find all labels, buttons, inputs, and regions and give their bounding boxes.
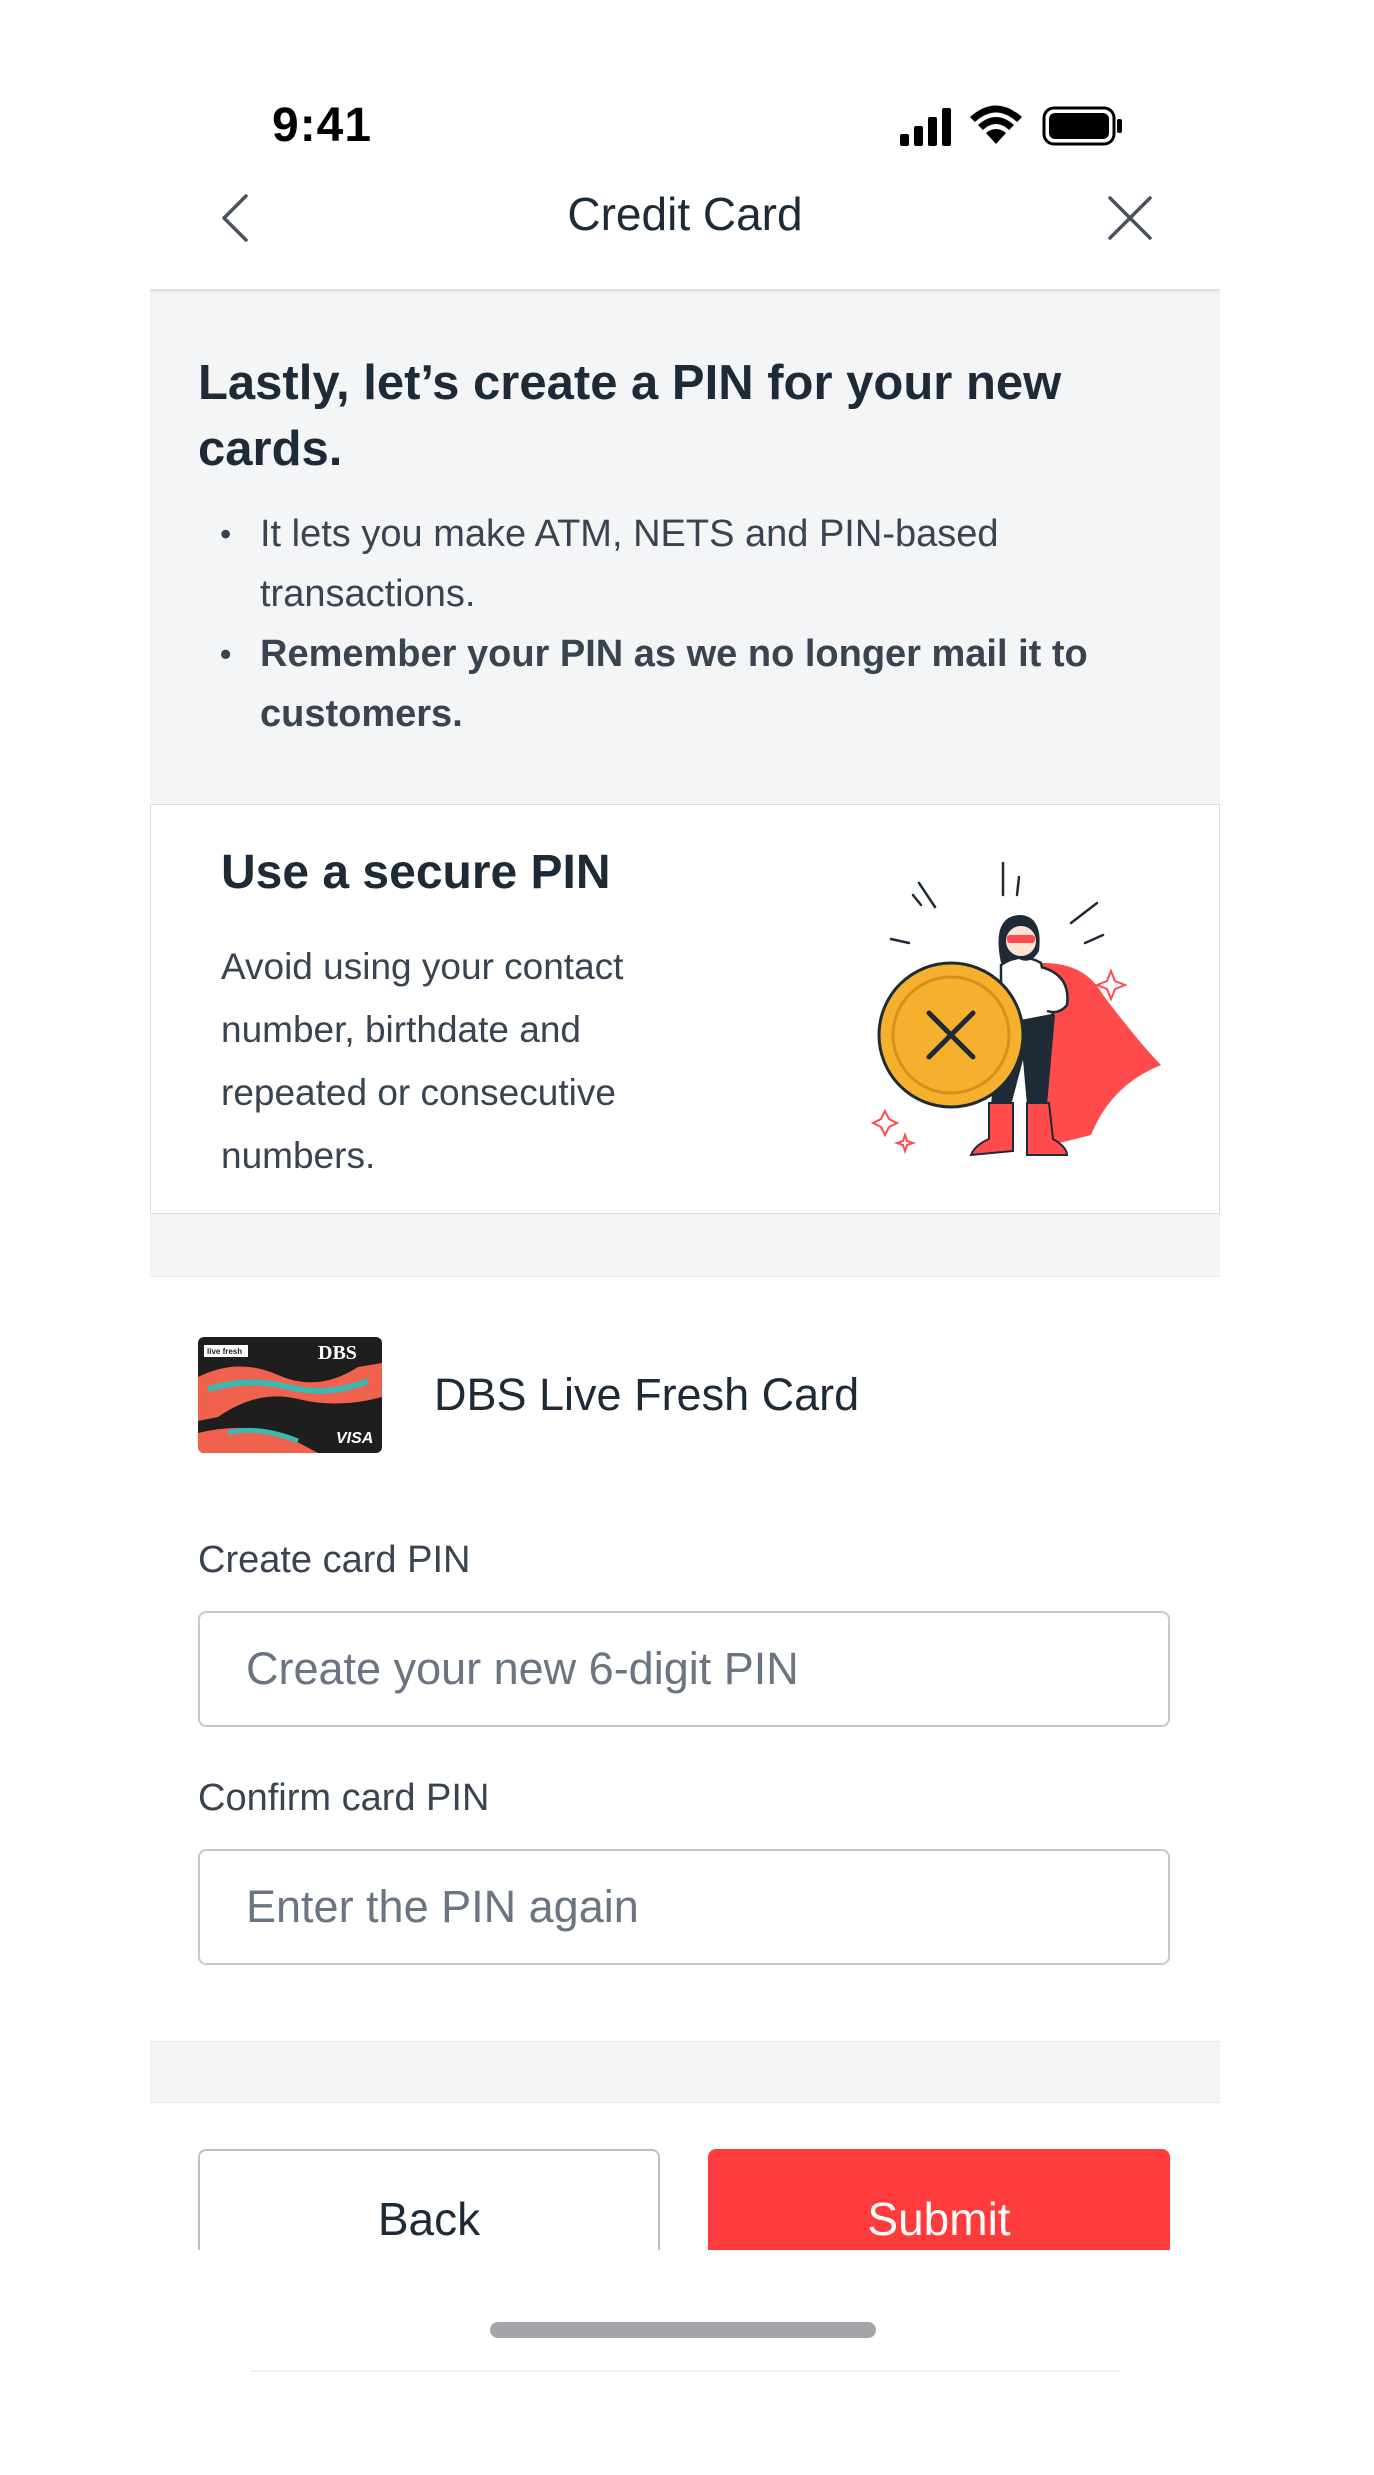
card-thumbnail: live fresh DBS VISA	[198, 1337, 382, 1453]
card-product-text: live fresh	[207, 1347, 242, 1356]
intro-bullets: It lets you make ATM, NETS and PIN-based…	[198, 504, 1178, 744]
status-icons	[900, 104, 1130, 148]
confirm-pin-label: Confirm card PIN	[198, 1777, 490, 1819]
pin-form-section: live fresh DBS VISA DBS Live Fresh Card …	[150, 1276, 1220, 2042]
footer-actions: Back Submit	[150, 2102, 1220, 2250]
status-time: 9:41	[272, 99, 373, 152]
create-pin-label: Create card PIN	[198, 1539, 471, 1581]
create-pin-input[interactable]	[198, 1611, 1170, 1727]
superhero-shield-illustration	[871, 861, 1161, 1157]
card-network-text: VISA	[336, 1430, 373, 1447]
status-bar: 9:41	[0, 0, 1374, 160]
cellular-signal-icon	[900, 108, 951, 146]
secure-pin-description: Avoid using your contact number, birthda…	[221, 946, 624, 1176]
bullet-item: It lets you make ATM, NETS and PIN-based…	[198, 504, 1178, 624]
status-icons-svg	[900, 105, 1122, 146]
home-indicator[interactable]	[490, 2322, 876, 2338]
page-title: Credit Card	[567, 188, 803, 240]
submit-button[interactable]: Submit	[708, 2149, 1170, 2250]
nav-bar: Credit Card	[150, 160, 1220, 290]
card-brand-text: DBS	[318, 1342, 357, 1364]
wifi-icon	[970, 105, 1022, 144]
confirm-pin-input[interactable]	[198, 1849, 1170, 1965]
battery-icon	[1042, 106, 1122, 146]
divider	[250, 2370, 1120, 2372]
secure-pin-title: Use a secure PIN	[221, 846, 611, 899]
back-button[interactable]: Back	[198, 2149, 660, 2250]
credit-card-image: live fresh DBS VISA	[198, 1337, 382, 1453]
app-screen: Credit Card Lastly, let’s create a PIN f…	[150, 160, 1220, 2250]
card-name: DBS Live Fresh Card	[434, 1369, 860, 1420]
close-button[interactable]	[1100, 188, 1160, 248]
intro-section: Lastly, let’s create a PIN for your new …	[198, 350, 1178, 744]
bullet-item-bold: Remember your PIN as we no longer mail i…	[198, 624, 1178, 744]
intro-heading: Lastly, let’s create a PIN for your new …	[198, 356, 1062, 476]
secure-pin-card: Use a secure PIN Avoid using your contac…	[150, 804, 1220, 1214]
close-icon	[1108, 196, 1152, 240]
